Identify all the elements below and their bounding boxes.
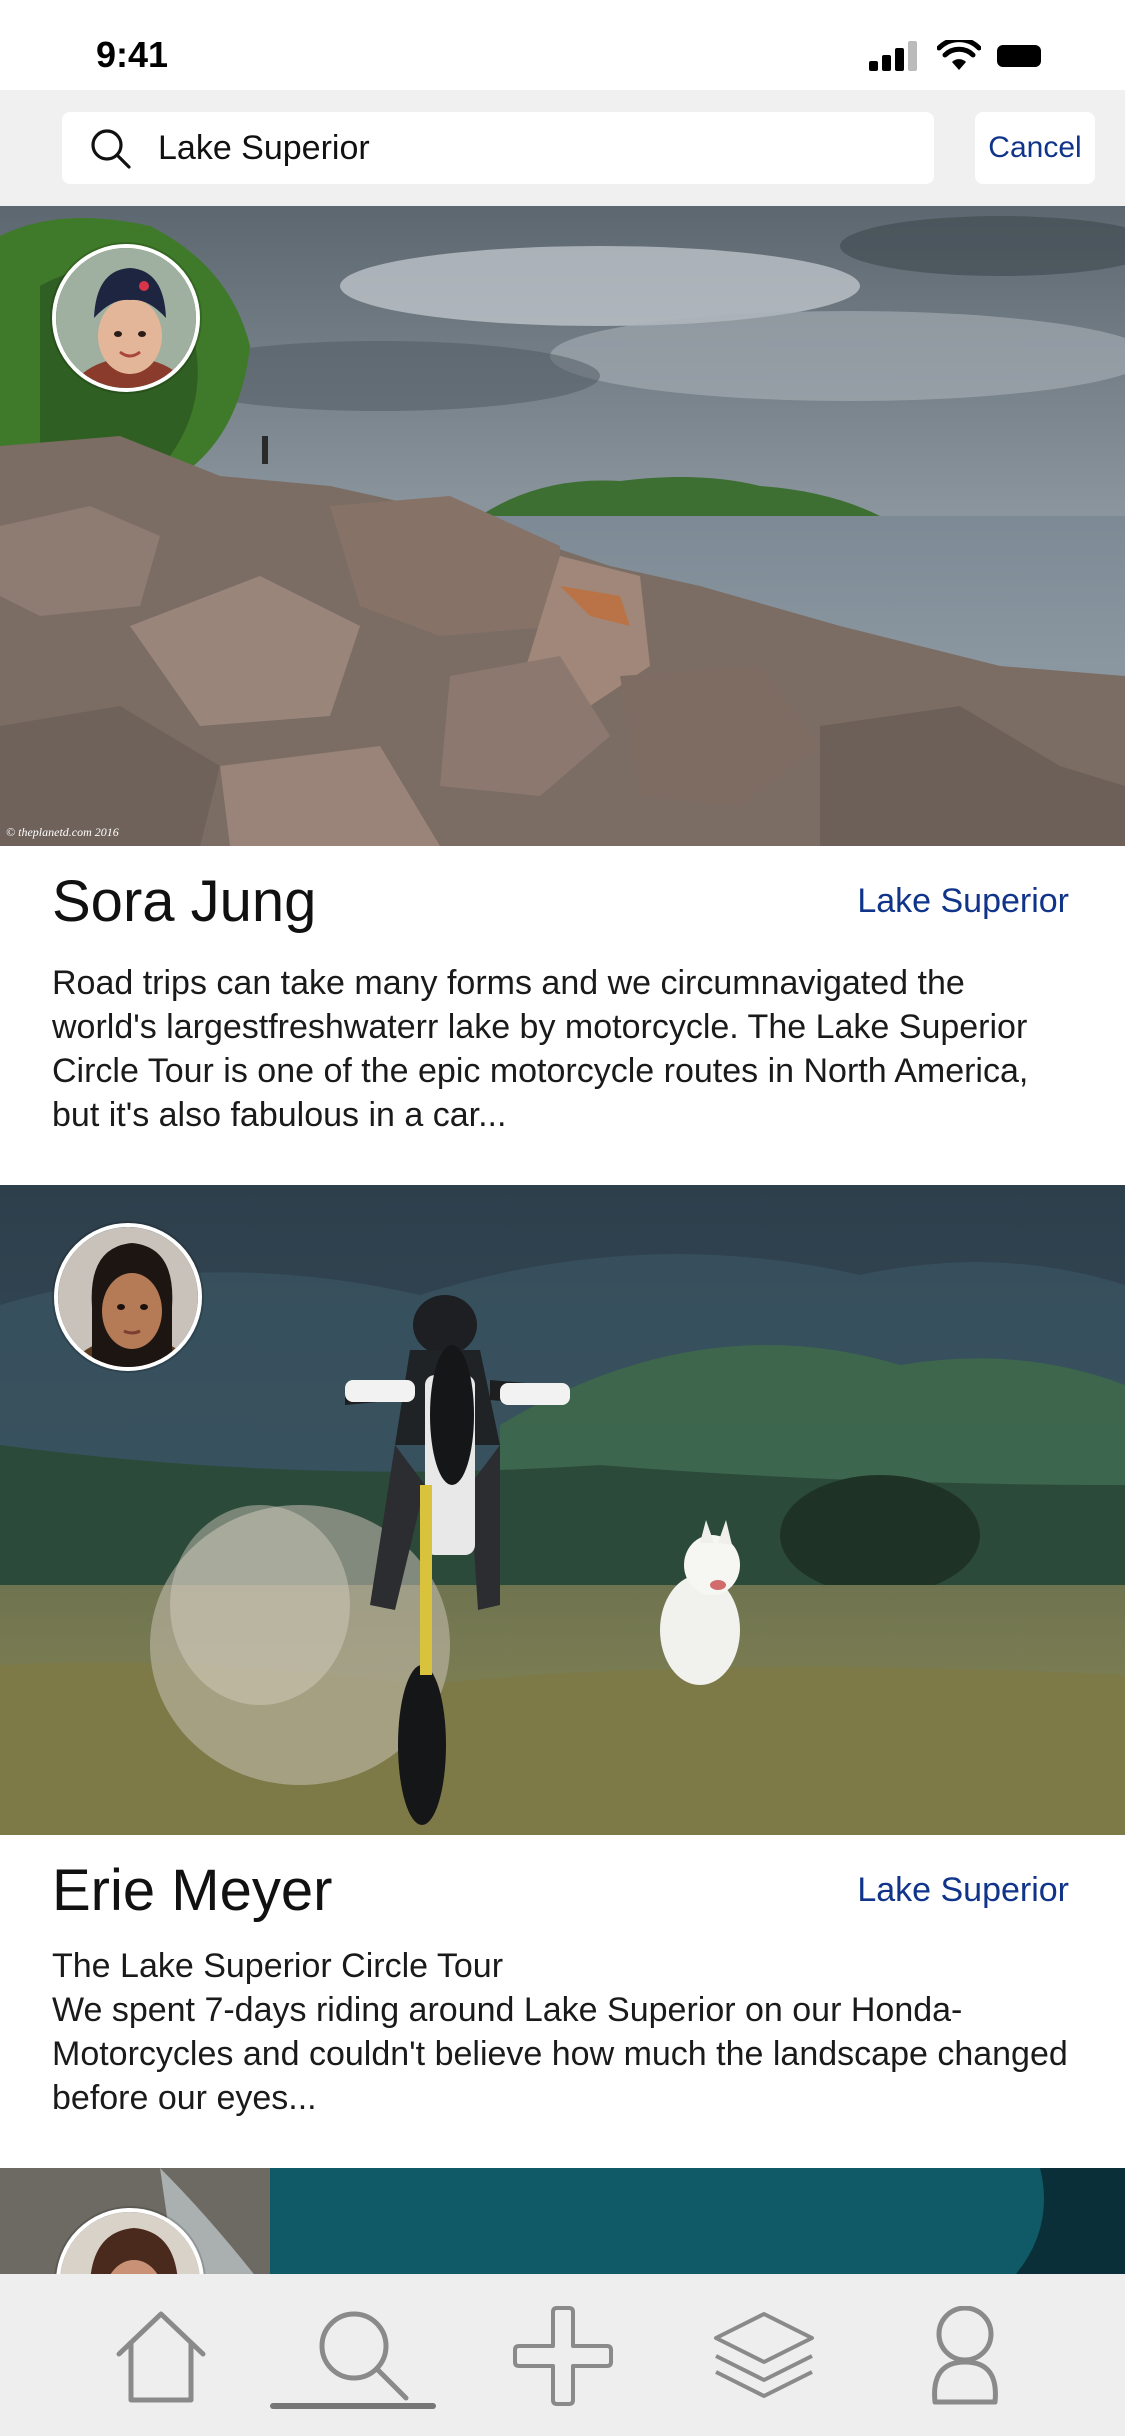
tab-add[interactable]: [503, 2296, 623, 2416]
post-subtitle: The Lake Superior Circle Tour: [52, 1947, 504, 1985]
author-name[interactable]: Erie Meyer: [52, 1857, 332, 1924]
profile-icon: [931, 2306, 998, 2405]
status-time: 9:41: [96, 34, 169, 75]
post-photo-lake-shore[interactable]: © theplanetd.com 2016: [0, 206, 1125, 846]
post-photo-waterfall[interactable]: [0, 2168, 1125, 2274]
tab-profile[interactable]: [905, 2296, 1025, 2416]
post-body: Erie Meyer Lake Superior The Lake Superi…: [0, 1835, 1125, 2160]
tab-home[interactable]: [101, 2296, 221, 2416]
layers-icon: [713, 2312, 814, 2398]
search-icon: [91, 129, 131, 169]
status-icons: [869, 40, 1045, 72]
post-photo-motorcycle[interactable]: [0, 1185, 1125, 1835]
post-body: Sora Jung Lake Superior Road trips can t…: [0, 846, 1125, 1177]
status-bar: 9:41: [0, 0, 1125, 90]
location-tag[interactable]: Lake Superior: [857, 1871, 1073, 1910]
cancel-button[interactable]: Cancel: [975, 112, 1095, 184]
search-results-feed[interactable]: © theplanetd.com 2016 Sora Jung Lake Sup: [0, 206, 1125, 2274]
author-name[interactable]: Sora Jung: [52, 868, 316, 935]
tab-search[interactable]: [302, 2296, 422, 2416]
search-header: Lake Superior Cancel: [0, 90, 1125, 206]
photo-credit: © theplanetd.com 2016: [6, 825, 119, 839]
post-card[interactable]: Erie Meyer Lake Superior The Lake Superi…: [0, 1185, 1125, 2160]
battery-icon: [997, 45, 1041, 67]
search-input[interactable]: Lake Superior: [158, 112, 898, 184]
search-icon: [319, 2311, 408, 2401]
cellular-signal-icon: [869, 41, 917, 71]
post-excerpt: We spent 7-days riding around Lake Super…: [52, 1991, 1068, 2117]
avatar[interactable]: [54, 1223, 202, 1371]
post-card[interactable]: [0, 2168, 1125, 2274]
location-tag[interactable]: Lake Superior: [857, 882, 1073, 921]
tab-layers[interactable]: [704, 2296, 824, 2416]
avatar[interactable]: [52, 244, 200, 392]
add-icon: [512, 2306, 613, 2406]
search-box[interactable]: Lake Superior: [62, 112, 934, 184]
post-card[interactable]: © theplanetd.com 2016 Sora Jung Lake Sup: [0, 206, 1125, 1177]
tab-bar: [0, 2274, 1125, 2436]
home-icon: [116, 2311, 205, 2403]
post-excerpt: Road trips can take many forms and we ci…: [52, 964, 1029, 1134]
wifi-icon: [937, 40, 981, 70]
active-tab-indicator: [270, 2403, 436, 2409]
